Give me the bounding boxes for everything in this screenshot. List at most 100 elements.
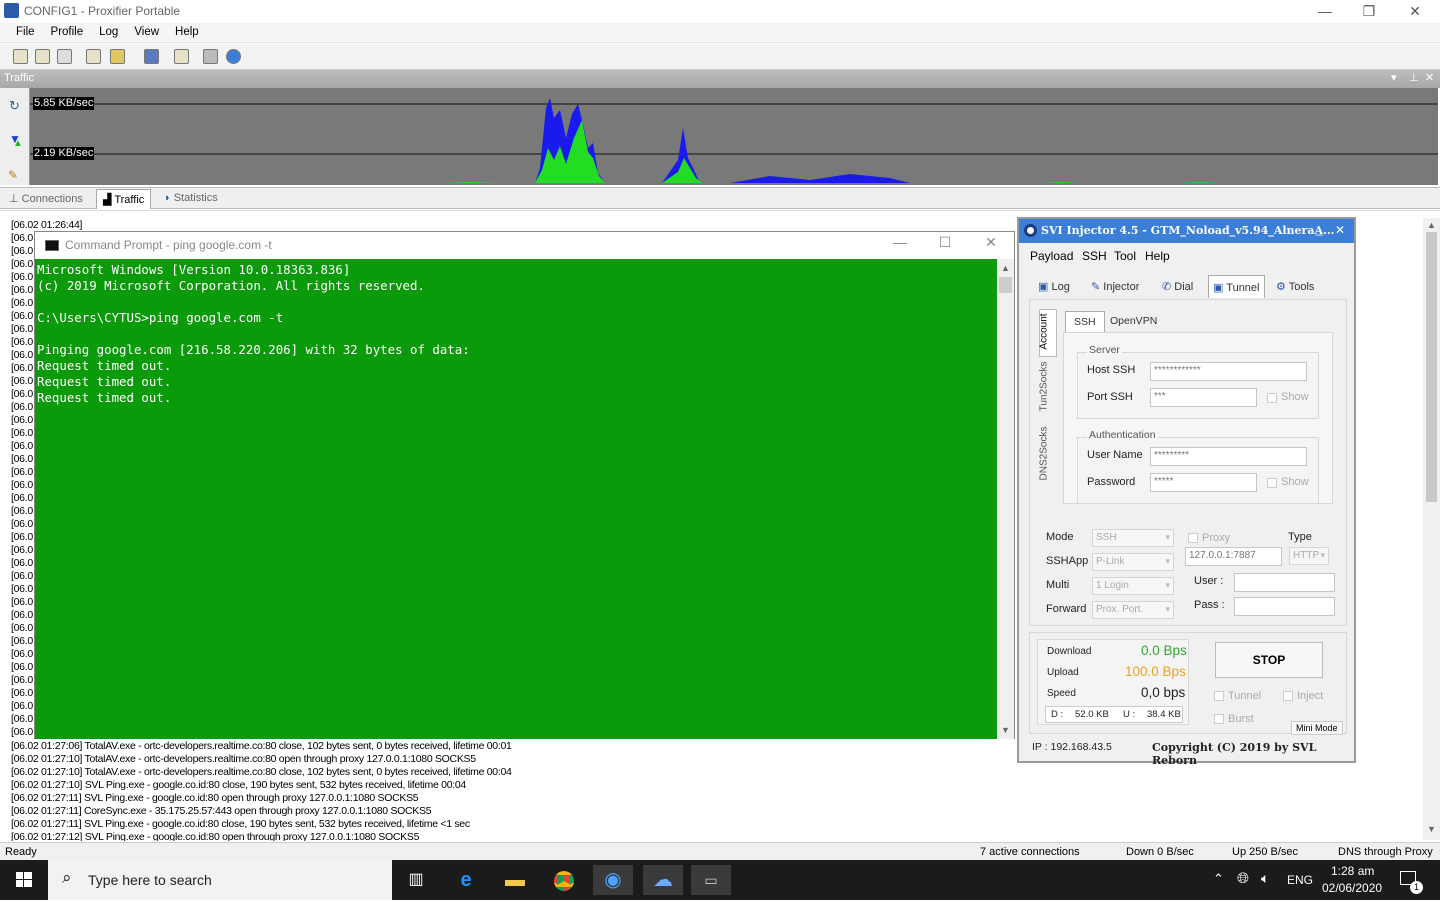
proxifier-taskbar-icon[interactable]: ☁ <box>643 865 683 895</box>
cmd-title-bar[interactable]: Command Prompt - ping google.com -t — ☐ … <box>35 232 1014 259</box>
menu-help[interactable]: Help <box>167 23 207 38</box>
multi-select[interactable]: 1 Login <box>1092 577 1174 595</box>
stop-button[interactable]: STOP <box>1215 642 1323 678</box>
cmd-taskbar-icon[interactable]: ▭ <box>691 865 731 895</box>
svi-tab-tunnel[interactable]: ▣ Tunnel <box>1208 275 1265 298</box>
menu-profile[interactable]: Profile <box>43 23 92 38</box>
chrome-icon[interactable] <box>544 865 584 895</box>
print-icon[interactable] <box>203 49 218 64</box>
scroll-thumb[interactable] <box>1426 232 1437 502</box>
cmd-output[interactable]: Microsoft Windows [Version 10.0.18363.83… <box>35 259 997 739</box>
tab-traffic[interactable]: ▟ Traffic <box>96 189 152 209</box>
panel-menu-icon[interactable]: ▾ <box>1391 71 1397 84</box>
svi-tab-tools[interactable]: ⚙ Tools <box>1272 275 1318 298</box>
svi-tab-injector[interactable]: ✎ Injector <box>1087 275 1143 298</box>
task-view-icon[interactable]: ▥ <box>396 865 436 895</box>
edge-icon[interactable]: e <box>446 865 486 895</box>
cmd-maximize-button[interactable]: ☐ <box>922 234 968 256</box>
language-indicator[interactable]: ENG <box>1287 873 1313 887</box>
tab-connections[interactable]: ⊥ Connections <box>3 189 89 209</box>
cmd-scroll-thumb[interactable] <box>999 277 1012 293</box>
svi-title-bar[interactable]: SVI Injector 4.5 - GTM_Noload_v5.94_Alne… <box>1019 219 1354 243</box>
cmd-scroll-down-icon[interactable]: ▼ <box>1001 725 1010 735</box>
svi-menu-ssh[interactable]: SSH <box>1082 249 1107 263</box>
password-input[interactable]: ***** <box>1150 473 1257 492</box>
new-icon[interactable] <box>86 49 101 64</box>
svi-menu-tool[interactable]: Tool <box>1114 249 1136 263</box>
file-explorer-icon[interactable]: ▬ <box>495 865 535 895</box>
side-tab-dns2socks[interactable]: DNS2Socks <box>1038 424 1057 484</box>
svi-tab-dial[interactable]: ✆ Dial <box>1158 275 1197 298</box>
subtab-openvpn[interactable]: OpenVPN <box>1105 311 1162 333</box>
clock-date[interactable]: 02/06/2020 <box>1322 881 1382 895</box>
profile-icon[interactable] <box>13 49 28 64</box>
log-line-partial: [06.0 <box>11 492 33 504</box>
pin-icon[interactable]: ⊥ <box>1409 71 1419 84</box>
help-icon[interactable] <box>226 49 241 64</box>
speed-label: Speed <box>1047 688 1076 699</box>
export-icon[interactable] <box>174 49 189 64</box>
svi-menu-help[interactable]: Help <box>1145 249 1170 263</box>
menu-log[interactable]: Log <box>91 23 126 38</box>
host-ssh-input[interactable]: ************ <box>1150 362 1307 381</box>
cmd-close-button[interactable]: ✕ <box>968 234 1014 256</box>
svi-minimize-button[interactable]: _ <box>1316 222 1323 236</box>
svi-menu-payload[interactable]: Payload <box>1030 249 1073 263</box>
type-select[interactable]: HTTP <box>1289 547 1329 565</box>
inject-checkbox[interactable] <box>1283 691 1293 701</box>
log-line-partial: [06.0 <box>11 700 33 712</box>
tab-statistics[interactable]: ◗ Statistics <box>158 189 224 209</box>
mini-mode-button[interactable]: Mini Mode <box>1291 721 1343 735</box>
proxy-checkbox[interactable] <box>1188 533 1198 543</box>
status-connections: 7 active connections <box>980 846 1080 858</box>
username-input[interactable]: ********* <box>1150 447 1307 466</box>
rules-icon[interactable] <box>35 49 50 64</box>
forward-select[interactable]: Prox. Port. <box>1092 601 1174 619</box>
traffic-graph: 5.85 KB/sec 2.19 KB/sec <box>30 88 1438 185</box>
cmd-window[interactable]: Command Prompt - ping google.com -t — ☐ … <box>34 231 1015 739</box>
d-value: 52.0 KB <box>1075 709 1109 720</box>
panel-close-icon[interactable]: ✕ <box>1425 71 1434 84</box>
network-icon[interactable]: 🌐︎ <box>1237 870 1249 887</box>
menu-file[interactable]: File <box>8 23 43 38</box>
open-icon[interactable] <box>110 49 125 64</box>
cmd-minimize-button[interactable]: — <box>877 234 923 256</box>
proxy-pass-input[interactable] <box>1234 597 1335 616</box>
subtab-ssh[interactable]: SSH <box>1065 311 1105 333</box>
svi-injector-taskbar-icon[interactable]: ◉ <box>593 865 633 895</box>
refresh-icon[interactable]: ↻ <box>9 98 20 114</box>
log-scrollbar[interactable]: ▲ ▼ <box>1423 218 1440 840</box>
clear-icon[interactable]: ✎ <box>8 168 18 182</box>
burst-checkbox[interactable] <box>1214 714 1224 724</box>
search-box[interactable]: ⌕ Type here to search <box>48 860 392 900</box>
proxy-user-input[interactable] <box>1234 573 1335 592</box>
volume-icon[interactable]: 🔈︎ <box>1261 870 1269 887</box>
close-button[interactable]: ✕ <box>1392 2 1438 22</box>
start-button[interactable] <box>0 860 48 900</box>
save-icon[interactable] <box>144 49 159 64</box>
port-ssh-input[interactable]: *** <box>1150 388 1257 407</box>
cmd-scroll-up-icon[interactable]: ▲ <box>1001 263 1010 273</box>
svi-injector-window[interactable]: SVI Injector 4.5 - GTM_Noload_v5.94_Alne… <box>1017 217 1356 767</box>
proxy-icon[interactable] <box>57 49 72 64</box>
mode-select[interactable]: SSH <box>1092 529 1174 547</box>
minimize-button[interactable]: — <box>1302 2 1348 22</box>
sshapp-select[interactable]: P-Link <box>1092 553 1174 571</box>
menu-view[interactable]: View <box>126 23 167 38</box>
svi-close-button[interactable]: ✕ <box>1335 223 1345 237</box>
maximize-button[interactable]: ❐ <box>1346 2 1392 22</box>
show-port-checkbox[interactable] <box>1267 393 1277 403</box>
log-line-partial: [06.0 <box>11 375 33 387</box>
clock-time[interactable]: 1:28 am <box>1331 864 1374 878</box>
tray-chevron-icon[interactable]: ⌃ <box>1213 871 1224 887</box>
side-tab-account[interactable]: Account <box>1039 309 1057 357</box>
scroll-up-icon[interactable]: ▲ <box>1427 220 1436 230</box>
proxy-input[interactable]: 127.0.0.1:7887 <box>1185 547 1282 566</box>
scroll-down-icon[interactable]: ▼ <box>1427 824 1436 834</box>
side-tab-tun2socks[interactable]: Tun2Socks <box>1038 359 1057 419</box>
cmd-scrollbar[interactable]: ▲ ▼ <box>997 259 1014 739</box>
statistics-icon: ◗ <box>164 192 171 204</box>
svi-tab-log[interactable]: ▣ Log <box>1034 275 1074 298</box>
show-password-checkbox[interactable] <box>1267 478 1277 488</box>
tunnel-checkbox[interactable] <box>1214 691 1224 701</box>
